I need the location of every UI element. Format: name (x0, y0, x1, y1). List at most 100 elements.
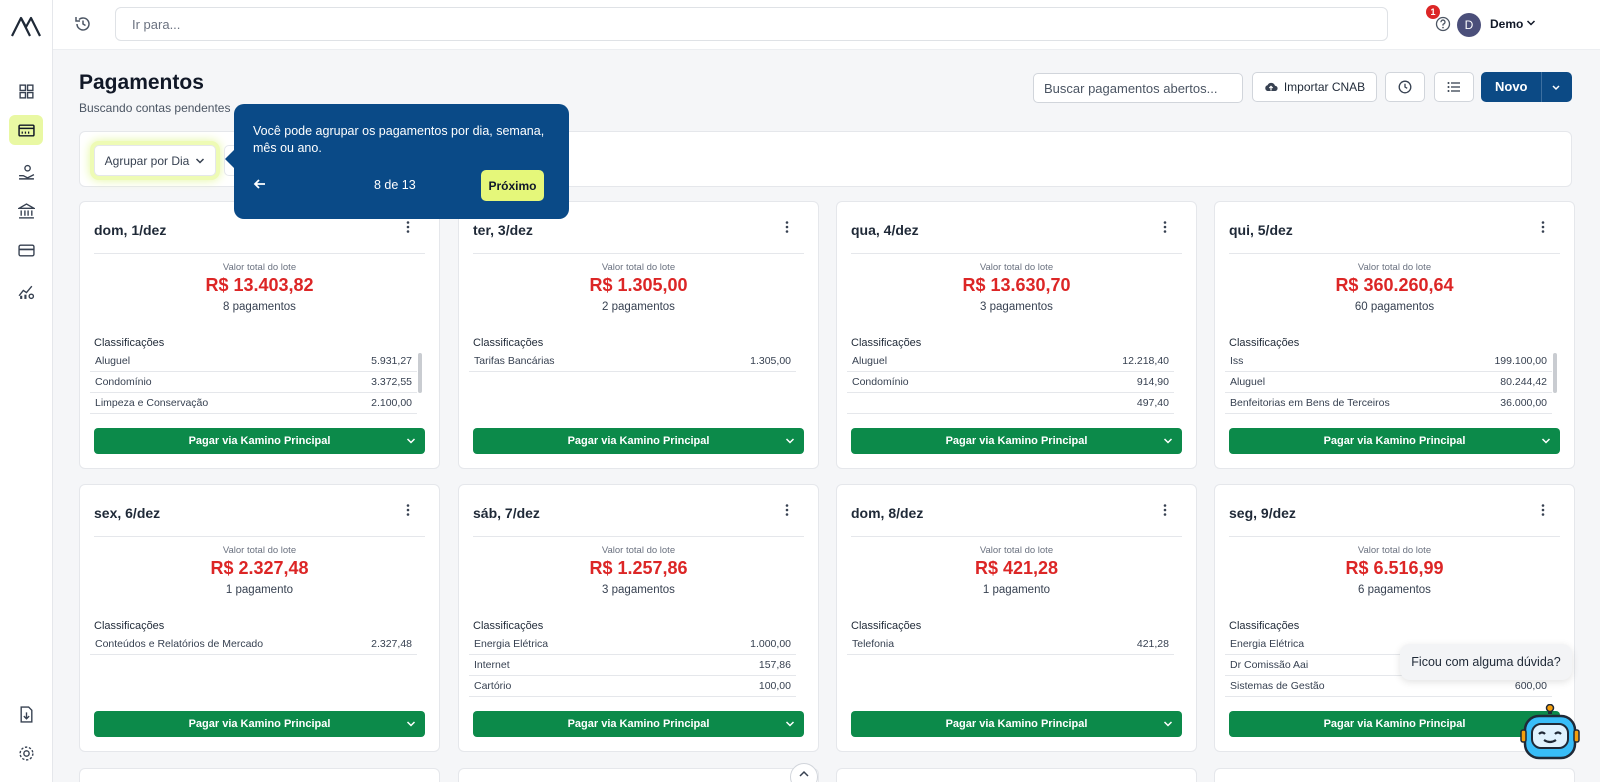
grid-icon (18, 83, 34, 99)
payment-batch-card: qui, 5/dez Valor total do lote R$ 360.260,… (1214, 201, 1575, 469)
classification-value: 80.244,42 (1500, 376, 1547, 388)
more-vertical-icon[interactable] (1158, 220, 1172, 234)
classification-row: Aluguel 80.244,42 (1225, 372, 1552, 393)
batch-payment-count: 1 pagamento (982, 584, 1051, 596)
payment-batch-card: dom, 8/dez Valor total do lote R$ 421,28 1 … (836, 484, 1197, 752)
chevron-down-icon (196, 157, 205, 164)
card-stub (836, 768, 1197, 782)
classification-value: 914,90 (1136, 376, 1169, 388)
page-subtitle: Buscando contas pendentes c (79, 101, 234, 115)
classification-name: Cartório (474, 680, 512, 692)
pay-via-kamino-button[interactable]: Pagar via Kamino Principal (473, 428, 804, 454)
batch-total-value: R$ 421,28 (974, 558, 1059, 578)
pay-via-kamino-button[interactable]: Pagar via Kamino Principal (851, 711, 1182, 737)
pay-via-kamino-button[interactable]: Pagar via Kamino Principal (1229, 428, 1560, 454)
sidebar-item-payments[interactable] (9, 115, 43, 145)
list-icon (1447, 82, 1460, 92)
classification-name: Iss (1230, 355, 1244, 367)
pay-button-label: Pagar via Kamino Principal (945, 718, 1088, 730)
classifications-title: Classificações (473, 337, 544, 349)
classification-name: Limpeza e Conservação (95, 397, 209, 409)
divider (94, 253, 425, 254)
classification-value: 157,86 (758, 659, 791, 671)
sidebar-item-receivables[interactable] (9, 157, 43, 187)
pay-via-kamino-button[interactable]: Pagar via Kamino Principal (1229, 711, 1560, 737)
pay-via-kamino-button[interactable]: Pagar via Kamino Principal (94, 711, 425, 737)
classification-name: Sistemas de Gestão (1230, 680, 1325, 692)
chevron-down-icon[interactable] (785, 437, 795, 445)
tour-tooltip: Você pode agrupar os pagamentos por dia,… (225, 104, 569, 219)
scroll-up-button[interactable] (790, 763, 818, 782)
classification-value: 600,00 (1514, 680, 1547, 692)
group-by-day-button[interactable]: Agrupar por Dia (94, 145, 216, 176)
user-name[interactable]: Demo (1490, 17, 1523, 31)
card-stub (1214, 768, 1575, 782)
classification-value: 2.100,00 (371, 397, 412, 409)
sidebar-item-settings[interactable] (9, 738, 43, 768)
list-view-button[interactable] (1434, 72, 1474, 102)
sidebar-item-bank[interactable] (9, 196, 43, 226)
sidebar-item-import[interactable] (9, 699, 43, 729)
import-cnab-button[interactable]: Importar CNAB (1252, 72, 1377, 102)
classification-row: Condomínio 3.372,55 (90, 372, 417, 393)
batch-total-value: R$ 2.327,48 (210, 558, 309, 578)
classifications-title: Classificações (94, 620, 165, 632)
batch-payment-count: 60 pagamentos (1354, 301, 1435, 313)
sidebar-item-cards[interactable] (9, 235, 43, 265)
classification-name: Aluguel (1230, 376, 1266, 388)
classification-value: 100,00 (758, 680, 791, 692)
scrollbar[interactable] (1553, 353, 1557, 393)
pay-via-kamino-button[interactable]: Pagar via Kamino Principal (851, 428, 1182, 454)
classifications-list: Iss 199.100,00 Aluguel 80.244,42 Benfeitoria… (1225, 351, 1552, 414)
chevron-down-icon[interactable] (1163, 437, 1173, 445)
classification-row: Iss 199.100,00 (1225, 351, 1552, 372)
more-vertical-icon[interactable] (401, 503, 415, 517)
group-by-label: Agrupar por Dia (104, 153, 190, 168)
chevron-down-icon[interactable] (1163, 720, 1173, 728)
classifications-list: Tarifas Bancárias 1.305,00 (469, 351, 796, 372)
chart-gear-icon (18, 285, 34, 299)
new-payment-button[interactable]: Novo (1481, 72, 1572, 102)
chevron-down-icon[interactable] (406, 720, 416, 728)
classification-row: Benfeitorias em Bens de Terceiros 36.000,… (1225, 393, 1552, 414)
batch-date: qua, 4/dez (851, 222, 919, 238)
more-vertical-icon[interactable] (1536, 220, 1550, 234)
file-download-icon (19, 705, 33, 723)
search-input[interactable] (115, 7, 1388, 41)
classification-row: Limpeza e Conservação 2.100,00 (90, 393, 417, 414)
more-vertical-icon[interactable] (1536, 503, 1550, 517)
batch-total-value: R$ 13.403,82 (205, 275, 314, 295)
help-bubble[interactable]: Ficou com alguma dúvida? (1400, 644, 1572, 680)
batch-total-value: R$ 1.305,00 (589, 275, 688, 295)
avatar[interactable]: D (1457, 13, 1481, 37)
chat-robot-icon[interactable] (1519, 704, 1581, 766)
chevron-down-icon[interactable] (1526, 18, 1536, 28)
chevron-down-icon[interactable] (406, 437, 416, 445)
divider (1229, 536, 1560, 537)
classification-value: 36.000,00 (1500, 397, 1547, 409)
batch-total-label: Valor total do lote (222, 262, 297, 273)
sidebar-item-reports[interactable] (9, 276, 43, 306)
batch-date: ter, 3/dez (473, 222, 533, 238)
pay-via-kamino-button[interactable]: Pagar via Kamino Principal (94, 428, 425, 454)
scrollbar[interactable] (418, 353, 422, 393)
payment-batch-card: sex, 6/dez Valor total do lote R$ 2.327,48… (79, 484, 440, 752)
history-clock-button[interactable] (1385, 72, 1425, 102)
pay-via-kamino-button[interactable]: Pagar via Kamino Principal (473, 711, 804, 737)
classification-name: Tarifas Bancárias (474, 355, 555, 367)
chevron-down-icon[interactable] (785, 720, 795, 728)
classification-value: 199.100,00 (1494, 355, 1547, 367)
notification-badge: 1 (1426, 5, 1440, 19)
more-vertical-icon[interactable] (1158, 503, 1172, 517)
sidebar-item-dashboard[interactable] (9, 76, 43, 106)
more-vertical-icon[interactable] (401, 220, 415, 234)
arrow-left-icon[interactable] (252, 176, 268, 192)
open-payments-search-input[interactable] (1033, 73, 1243, 103)
more-vertical-icon[interactable] (780, 220, 794, 234)
kamino-logo[interactable] (10, 12, 42, 38)
history-icon[interactable] (73, 14, 93, 34)
tour-next-button[interactable]: Próximo (481, 170, 544, 201)
more-vertical-icon[interactable] (780, 503, 794, 517)
chevron-down-icon[interactable] (1551, 83, 1561, 91)
chevron-down-icon[interactable] (1541, 437, 1551, 445)
